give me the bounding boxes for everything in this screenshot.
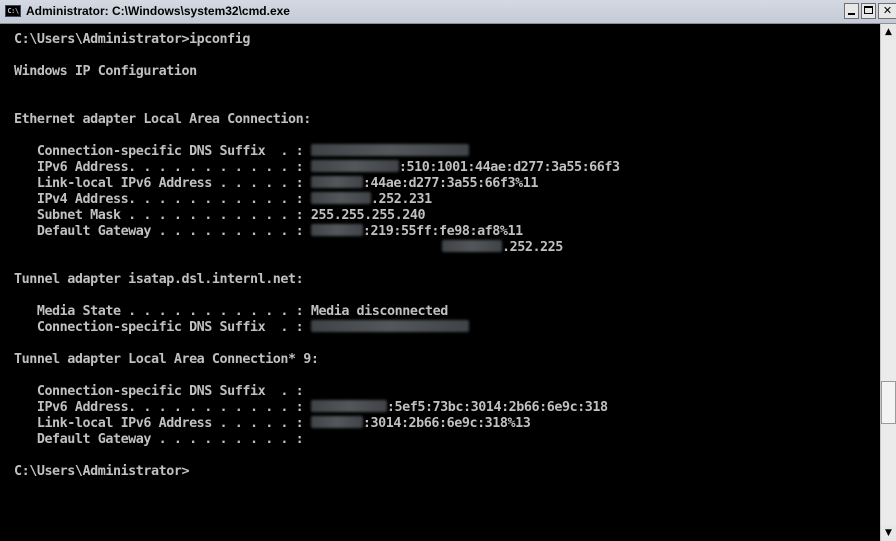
dns-suffix-label: Connection-specific DNS Suffix . : — [14, 144, 304, 159]
console-output[interactable]: C:\Users\Administrator>ipconfig Windows … — [0, 24, 880, 541]
scroll-up-arrow-icon[interactable]: ▲ — [881, 24, 896, 40]
ethernet-gateway-line-2: .252.225 — [442, 240, 563, 256]
ipv4-value: .252.231 — [370, 192, 432, 207]
linklocal-label: Link-local IPv6 Address . . . . . : — [14, 416, 304, 431]
vertical-scrollbar[interactable]: ▲ ▼ — [880, 24, 896, 541]
close-icon: ✕ — [882, 4, 893, 17]
redacted-value — [310, 160, 399, 172]
redacted-value — [310, 416, 363, 428]
subnet-label: Subnet Mask . . . . . . . . . . . : — [14, 208, 304, 223]
ipv6-value: :5ef5:73bc:3014:2b66:6e9c:318 — [386, 400, 608, 415]
maximize-button[interactable] — [861, 3, 876, 19]
adapter-heading-tunnel9: Tunnel adapter Local Area Connection* 9: — [14, 352, 319, 367]
redacted-value — [310, 144, 469, 156]
tunnel9-dns-suffix-line: Connection-specific DNS Suffix . : — [14, 384, 304, 399]
ethernet-ipv4-line: IPv4 Address. . . . . . . . . . . : .252… — [14, 192, 432, 208]
linklocal-value: :3014:2b66:6e9c:318%13 — [362, 416, 531, 431]
ethernet-subnet-line: Subnet Mask . . . . . . . . . . . : 255.… — [14, 208, 426, 224]
scroll-thumb[interactable] — [881, 381, 896, 424]
command-prompt-line: C:\Users\Administrator>ipconfig — [14, 32, 250, 47]
redacted-value — [310, 224, 363, 236]
tunnel9-gateway-line: Default Gateway . . . . . . . . . : — [14, 432, 304, 447]
redacted-value — [310, 320, 469, 332]
ipv4-label: IPv4 Address. . . . . . . . . . . : — [14, 192, 304, 207]
tunnel9-ipv6-line: IPv6 Address. . . . . . . . . . . : :5ef… — [14, 400, 608, 416]
linklocal-label: Link-local IPv6 Address . . . . . : — [14, 176, 304, 191]
ethernet-ipv6-line: IPv6 Address. . . . . . . . . . . : :510… — [14, 160, 620, 176]
redacted-value — [310, 400, 387, 412]
ethernet-linklocal-line: Link-local IPv6 Address . . . . . : :44a… — [14, 176, 538, 192]
output-header: Windows IP Configuration — [14, 64, 197, 79]
ipv6-value: :510:1001:44ae:d277:3a55:66f3 — [398, 160, 620, 175]
scroll-down-arrow-icon[interactable]: ▼ — [881, 525, 896, 541]
ipv6-label: IPv6 Address. . . . . . . . . . . : — [14, 160, 304, 175]
ethernet-dns-suffix-line: Connection-specific DNS Suffix . : — [14, 144, 469, 160]
linklocal-value: :44ae:d277:3a55:66f3%11 — [362, 176, 539, 191]
tunnel9-linklocal-line: Link-local IPv6 Address . . . . . : :301… — [14, 416, 531, 432]
redacted-value — [310, 192, 371, 204]
cmd-window: C:\ Administrator: C:\Windows\system32\c… — [0, 0, 896, 541]
minimize-button[interactable] — [844, 3, 859, 19]
maximize-icon — [864, 6, 873, 14]
command-prompt-line: C:\Users\Administrator> — [14, 464, 190, 479]
window-title: Administrator: C:\Windows\system32\cmd.e… — [26, 4, 290, 18]
media-state-label: Media State . . . . . . . . . . . : — [14, 304, 304, 319]
ethernet-gateway-line: Default Gateway . . . . . . . . . : :219… — [14, 224, 523, 240]
ipv6-label: IPv6 Address. . . . . . . . . . . : — [14, 400, 304, 415]
adapter-heading-ethernet: Ethernet adapter Local Area Connection: — [14, 112, 311, 127]
minimize-icon — [848, 13, 855, 15]
isatap-dns-suffix-line: Connection-specific DNS Suffix . : — [14, 320, 469, 336]
isatap-media-state-line: Media State . . . . . . . . . . . : Medi… — [14, 304, 449, 320]
gateway-value: :219:55ff:fe98:af8%11 — [362, 224, 523, 239]
cmd-icon[interactable]: C:\ — [5, 5, 21, 17]
gateway-value-2: .252.225 — [502, 240, 563, 255]
close-button[interactable]: ✕ — [878, 3, 896, 19]
redacted-value — [442, 240, 502, 252]
adapter-heading-isatap: Tunnel adapter isatap.dsl.internl.net: — [14, 272, 304, 287]
subnet-value: 255.255.255.240 — [303, 208, 426, 223]
dns-suffix-label: Connection-specific DNS Suffix . : — [14, 320, 304, 335]
media-state-value: Media disconnected — [303, 304, 448, 319]
title-bar[interactable]: C:\ Administrator: C:\Windows\system32\c… — [0, 0, 896, 24]
redacted-value — [310, 176, 363, 188]
gateway-label: Default Gateway . . . . . . . . . : — [14, 224, 304, 239]
